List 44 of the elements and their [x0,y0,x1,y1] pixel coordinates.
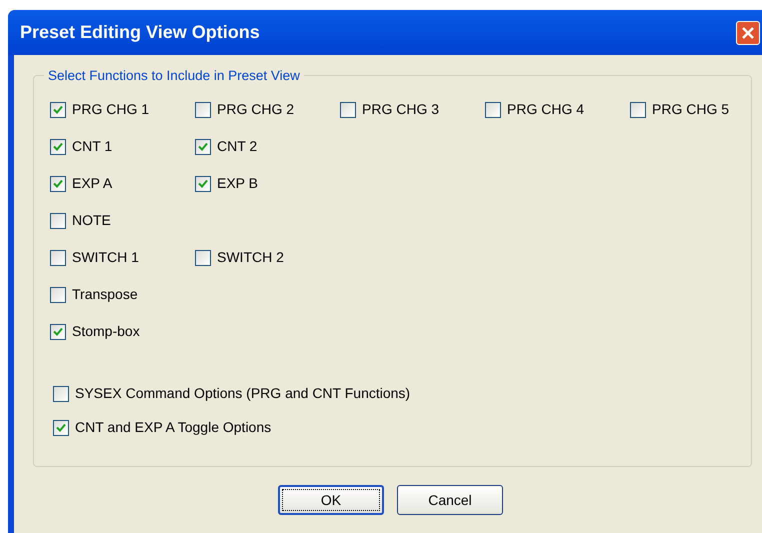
checkbox-label[interactable]: CNT 2 [217,136,258,157]
checkbox-label[interactable]: NOTE [72,210,111,231]
close-icon [742,26,754,38]
check-icon [53,327,63,336]
checkbox-label[interactable]: Transpose [72,284,138,305]
dialog-button[interactable]: OK [278,485,384,515]
checkbox-label[interactable]: PRG CHG 4 [507,99,584,120]
checkbox-label[interactable]: SWITCH 1 [72,247,139,268]
checkbox[interactable] [53,386,69,402]
checkbox-label[interactable]: PRG CHG 3 [362,99,440,120]
checkbox[interactable] [53,420,69,436]
checkbox[interactable] [50,286,66,302]
check-icon [198,142,208,151]
checkbox[interactable] [50,212,66,228]
checkbox[interactable] [340,102,356,118]
checkbox[interactable] [195,102,211,118]
checkbox-label[interactable]: PRG CHG 5 [652,99,730,120]
checkbox[interactable] [195,176,211,192]
checkbox-label[interactable]: EXP B [217,173,258,194]
check-icon [53,105,63,114]
checkbox-label[interactable]: CNT 1 [72,136,112,157]
checkbox-label[interactable]: SWITCH 2 [217,247,284,268]
checkbox-label[interactable]: Stomp-box [72,321,140,342]
checkbox[interactable] [50,324,66,340]
check-icon [198,179,208,188]
window-title: Preset Editing View Options [20,21,260,44]
checkbox[interactable] [50,102,66,118]
checkbox[interactable] [485,102,501,118]
checkbox-label[interactable]: CNT and EXP A Toggle Options [75,417,272,438]
check-icon [53,179,63,188]
checkbox-label[interactable]: PRG CHG 2 [217,99,294,120]
checkbox[interactable] [630,102,646,118]
checkbox[interactable] [195,250,211,266]
dialog-button[interactable]: Cancel [397,485,503,515]
checkbox-label[interactable]: SYSEX Command Options (PRG and CNT Functions) [75,383,410,404]
checkbox[interactable] [50,138,66,154]
checkbox[interactable] [195,138,211,154]
check-icon [53,142,63,151]
checkbox-label[interactable]: EXP A [72,173,112,194]
checkbox[interactable] [50,250,66,266]
checkbox-label[interactable]: PRG CHG 1 [72,99,150,120]
close-button[interactable] [736,20,760,44]
check-icon [56,423,66,432]
checkbox[interactable] [50,176,66,192]
